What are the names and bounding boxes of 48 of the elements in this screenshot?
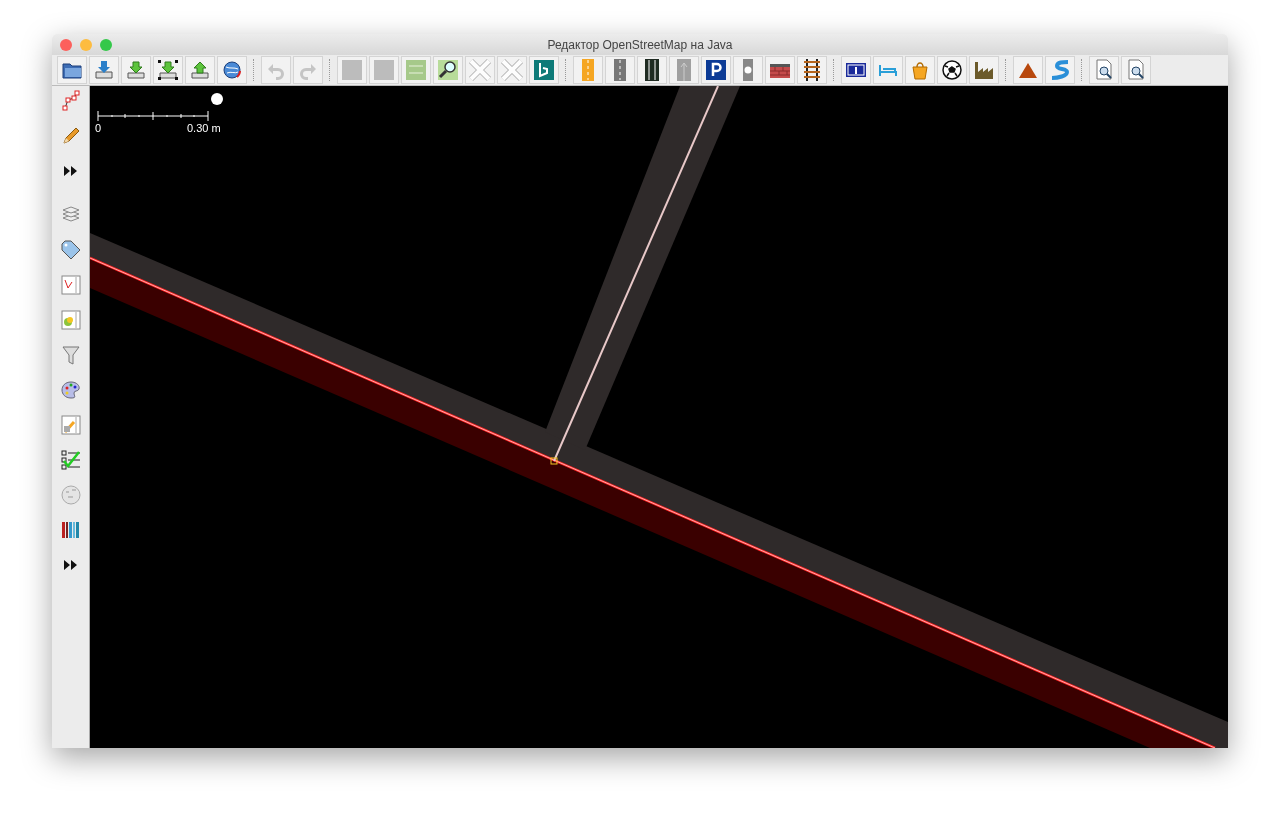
scale-label: 0.30 m xyxy=(187,122,221,134)
toolbar-button[interactable] xyxy=(637,56,667,84)
wms-icon xyxy=(405,59,427,81)
toolbar-button[interactable] xyxy=(57,56,87,84)
toolbar-button[interactable] xyxy=(765,56,795,84)
selection-icon xyxy=(59,309,82,331)
cross-icon xyxy=(469,59,491,81)
palette-icon xyxy=(59,379,82,401)
window-title: Редактор OpenStreetMap на Java xyxy=(547,37,733,52)
validator-icon xyxy=(59,449,82,471)
tray-icon xyxy=(93,59,115,81)
toolbar-button[interactable] xyxy=(1121,56,1151,84)
toolbar-button[interactable] xyxy=(433,56,463,84)
sidebar-button[interactable] xyxy=(59,239,82,261)
filter-icon xyxy=(59,344,82,366)
map-view[interactable]: 0 0.30 m xyxy=(90,86,1228,748)
toolbar-button[interactable] xyxy=(841,56,871,84)
tag-icon xyxy=(59,239,82,261)
stripes-icon xyxy=(59,519,82,541)
factory-icon xyxy=(973,59,995,81)
parking-icon xyxy=(705,59,727,81)
tile-icon xyxy=(373,59,395,81)
docsearch-icon xyxy=(1125,59,1147,81)
ball-icon xyxy=(941,59,963,81)
download-icon xyxy=(125,59,147,81)
railway-icon xyxy=(801,59,823,81)
river-icon xyxy=(1049,59,1071,81)
compass-dot xyxy=(211,93,223,105)
toolbar-button[interactable] xyxy=(1089,56,1119,84)
bing-icon xyxy=(533,59,555,81)
toolbar-button[interactable] xyxy=(217,56,247,84)
cross-icon xyxy=(501,59,523,81)
scale-label: 0 xyxy=(95,122,102,134)
globe-icon xyxy=(221,59,243,81)
upload-icon xyxy=(189,59,211,81)
bag-icon xyxy=(909,59,931,81)
toolbar-button[interactable] xyxy=(797,56,827,84)
close-button[interactable] xyxy=(60,39,72,51)
toolbar-button[interactable] xyxy=(701,56,731,84)
ways-icon xyxy=(59,90,82,112)
magnifier-icon xyxy=(437,59,459,81)
toolbar-button[interactable] xyxy=(969,56,999,84)
toolbar-button[interactable] xyxy=(937,56,967,84)
toolbar-button[interactable] xyxy=(153,56,183,84)
node-marker[interactable] xyxy=(550,457,558,465)
docsearch-icon xyxy=(1093,59,1115,81)
tile-icon xyxy=(341,59,363,81)
sidebar-button[interactable] xyxy=(59,519,82,541)
